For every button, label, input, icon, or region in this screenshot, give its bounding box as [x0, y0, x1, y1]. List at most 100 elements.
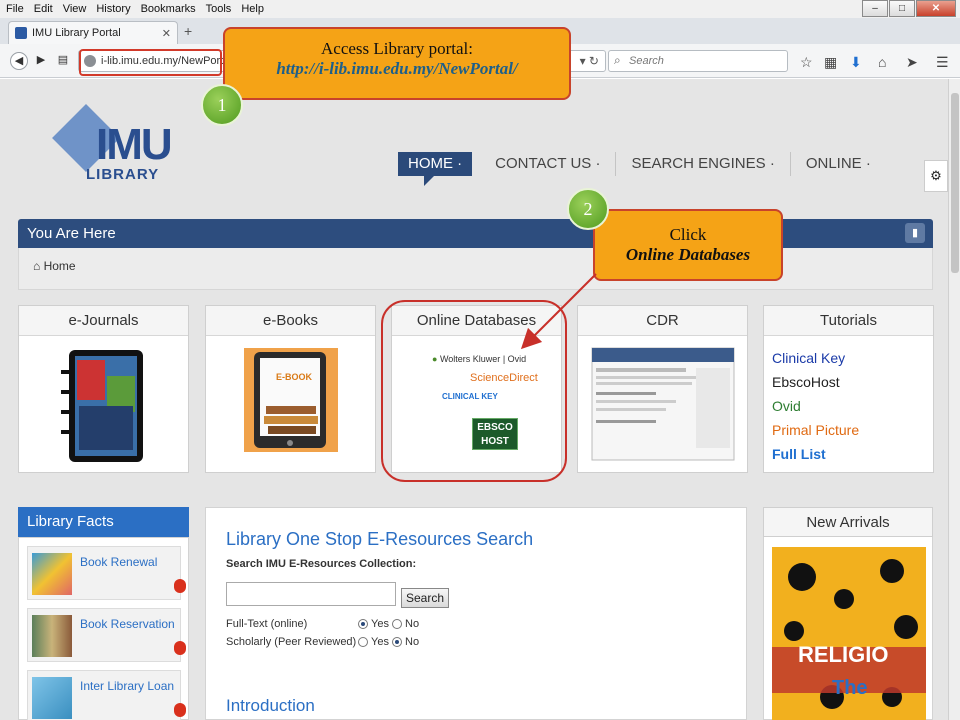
bookmark-star-icon[interactable]: ☆ [800, 54, 813, 71]
fact-indicator-icon [174, 641, 186, 655]
card-e-journals[interactable]: e-Journals [18, 305, 189, 473]
close-tab-icon[interactable]: ✕ [162, 27, 171, 40]
new-tab-icon[interactable]: + [184, 23, 192, 39]
scrollbar-thumb[interactable] [951, 93, 959, 273]
step1-url: http://i-lib.imu.edu.my/NewPortal/ [276, 59, 518, 78]
book-title-part: RELIGIO [798, 642, 889, 667]
home-icon: ⌂ [33, 259, 41, 273]
nav-search-engines[interactable]: SEARCH ENGINES · [616, 152, 791, 176]
breadcrumb-title: You Are Here [27, 225, 116, 242]
step2-callout: Click Online Databases [593, 209, 783, 281]
book-renewal-thumbnail [32, 553, 72, 595]
tutorial-link-primal-picture[interactable]: Primal Picture [772, 422, 933, 438]
breadcrumb-home-label: Home [43, 259, 76, 273]
fulltext-label: Full-Text (online) [226, 618, 308, 630]
fact-label: Inter Library Loan [80, 679, 175, 693]
fact-book-renewal[interactable]: Book Renewal [27, 546, 186, 600]
menu-bookmarks[interactable]: Bookmarks [141, 3, 196, 15]
step2-line1: Click [669, 225, 707, 244]
back-icon[interactable]: ◀ [10, 52, 28, 70]
fact-book-reservation[interactable]: Book Reservation [27, 608, 186, 662]
cdr-screenshot-image [591, 347, 735, 461]
search-icon: ⌕ [614, 53, 621, 67]
tutorial-link-clinical-key[interactable]: Clinical Key [772, 350, 933, 366]
fact-indicator-icon [174, 703, 186, 717]
menu-history[interactable]: History [96, 3, 130, 15]
tutorial-link-ovid[interactable]: Ovid [772, 398, 933, 414]
new-arrivals-panel: RELIGIO The [763, 537, 933, 720]
side-settings-icon[interactable]: ⚙ [924, 160, 948, 192]
search-subheading: Search IMU E-Resources Collection: [226, 558, 417, 570]
card-tutorials: Tutorials Clinical Key EbscoHost Ovid Pr… [763, 305, 934, 473]
nav-online[interactable]: ONLINE · [791, 152, 886, 176]
search-button[interactable]: Search [401, 588, 449, 608]
scholarly-label: Scholarly (Peer Reviewed) [226, 636, 357, 648]
close-window-button[interactable]: ✕ [916, 0, 956, 17]
e-journals-image [61, 350, 143, 462]
nav-contact-us[interactable]: CONTACT US · [480, 152, 617, 176]
card-e-books[interactable]: e-Books E-BOOK [205, 305, 376, 473]
fulltext-yes-radio[interactable] [358, 619, 368, 630]
library-facts-heading: Library Facts [18, 507, 189, 537]
library-icon[interactable]: ▤ [54, 52, 72, 70]
imu-library-logo[interactable]: IMU LIBRARY [52, 104, 198, 186]
step2-line2: Online Databases [625, 245, 751, 264]
home-icon[interactable]: ⌂ [878, 54, 886, 70]
fact-inter-library-loan[interactable]: Inter Library Loan [27, 670, 186, 720]
book-reservation-thumbnail [32, 615, 72, 657]
card-title: e-Journals [19, 306, 188, 336]
hamburger-menu-icon[interactable]: ☰ [936, 54, 949, 71]
fulltext-no-option[interactable]: No [392, 618, 419, 630]
fact-label: Book Reservation [80, 617, 175, 631]
inter-library-loan-thumbnail [32, 677, 72, 719]
menu-tools[interactable]: Tools [206, 3, 232, 15]
window-controls: – □ ✕ [861, 0, 956, 17]
scholarly-yes-radio[interactable] [358, 637, 368, 648]
step1-line1: Access Library portal: [321, 39, 473, 58]
share-icon[interactable]: ➤ [906, 54, 918, 71]
tutorial-link-ebscohost[interactable]: EbscoHost [772, 374, 933, 390]
step1-callout: Access Library portal: http://i-lib.imu.… [223, 27, 571, 100]
menu-file[interactable]: File [6, 3, 24, 15]
new-arrival-book-cover[interactable]: RELIGIO The [772, 547, 926, 720]
fulltext-no-radio[interactable] [392, 619, 402, 630]
search-placeholder: Search [629, 55, 664, 67]
minimize-button[interactable]: – [862, 0, 888, 17]
search-heading: Library One Stop E-Resources Search [226, 529, 534, 549]
logo-text: IMU [96, 120, 173, 169]
step2-arrow-icon [520, 273, 597, 350]
forward-icon[interactable]: ▶ [32, 52, 50, 70]
maximize-button[interactable]: □ [889, 0, 915, 17]
scholarly-yes-option[interactable]: Yes [358, 636, 389, 648]
fulltext-yes-option[interactable]: Yes [358, 618, 389, 630]
card-title: e-Books [206, 306, 375, 336]
menu-help[interactable]: Help [241, 3, 264, 15]
menu-view[interactable]: View [63, 3, 87, 15]
logo-subtext: LIBRARY [86, 166, 160, 183]
e-book-cover-text: E-BOOK [276, 372, 312, 382]
search-input[interactable]: ⌕ Search [608, 50, 788, 72]
menu-edit[interactable]: Edit [34, 3, 53, 15]
e-resources-search-input[interactable] [226, 582, 396, 606]
downloads-icon[interactable]: ⬇ [850, 54, 862, 71]
fact-label: Book Renewal [80, 555, 158, 569]
step2-badge: 2 [567, 188, 609, 230]
scholarly-no-radio[interactable] [392, 637, 402, 648]
book-title-part-2: The [832, 677, 868, 699]
introduction-heading: Introduction [226, 696, 315, 715]
tab-imu-library[interactable]: IMU Library Portal ✕ [8, 21, 178, 44]
reload-icon[interactable]: ▾ ↻ [580, 54, 599, 68]
new-arrivals-heading: New Arrivals [763, 507, 933, 537]
tutorial-link-full-list[interactable]: Full List [772, 446, 933, 462]
mouse-icon[interactable]: ▮ [905, 223, 925, 243]
nav-home[interactable]: HOME · [398, 152, 473, 186]
main-navigation: HOME · CONTACT US · SEARCH ENGINES · ONL… [398, 150, 886, 186]
vertical-scrollbar[interactable] [948, 79, 960, 720]
breadcrumb-home[interactable]: ⌂ Home [33, 259, 76, 273]
fact-indicator-icon [174, 579, 186, 593]
e-books-image [244, 348, 338, 452]
tab-title: IMU Library Portal [32, 27, 121, 39]
menu-bar: File Edit View History Bookmarks Tools H… [0, 0, 960, 18]
bookmarks-menu-icon[interactable]: ▦ [824, 54, 837, 71]
scholarly-no-option[interactable]: No [392, 636, 419, 648]
